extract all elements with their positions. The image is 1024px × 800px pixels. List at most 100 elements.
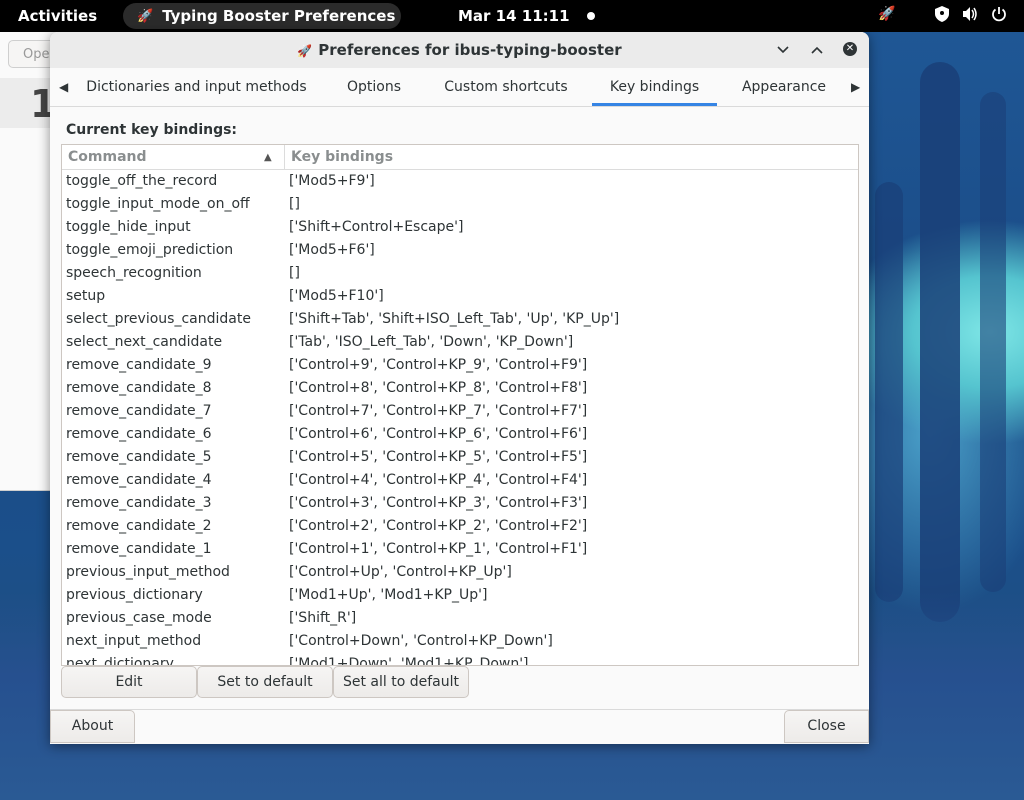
tab-dictionaries[interactable]: Dictionaries and input methods — [86, 68, 307, 106]
key-bindings-cell: ['Control+4', 'Control+KP_4', 'Control+F… — [289, 472, 588, 488]
table-row[interactable]: next_input_method ['Control+Down', 'Contr… — [62, 630, 858, 653]
key-bindings-cell: ['Control+Down', 'Control+KP_Down'] — [289, 633, 553, 649]
key-bindings-cell: ['Control+5', 'Control+KP_5', 'Control+F… — [289, 449, 588, 465]
sort-ascending-icon: ▲ — [264, 152, 272, 163]
clock[interactable]: Mar 14 11:11 — [458, 7, 570, 25]
tab-bar: ◀ Dictionaries and input methods Options… — [50, 68, 869, 107]
key-bindings-cell: ['Mod1+Up', 'Mod1+KP_Up'] — [289, 587, 488, 603]
key-bindings-cell: ['Control+Up', 'Control+KP_Up'] — [289, 564, 512, 580]
table-header: Command ▲ Key bindings — [62, 145, 858, 170]
table-row[interactable]: next_dictionary ['Mod1+Down', 'Mod1+KP_Do… — [62, 653, 858, 666]
command-cell: remove_candidate_6 — [66, 426, 212, 442]
edit-button[interactable]: Edit — [61, 666, 197, 698]
about-button[interactable]: About — [50, 710, 135, 743]
table-row[interactable]: remove_candidate_4 ['Control+4', 'Control… — [62, 469, 858, 492]
table-row[interactable]: remove_candidate_7 ['Control+7', 'Control… — [62, 400, 858, 423]
table-row[interactable]: remove_candidate_6 ['Control+6', 'Control… — [62, 423, 858, 446]
command-cell: remove_candidate_5 — [66, 449, 212, 465]
command-cell: select_previous_candidate — [66, 311, 251, 327]
command-cell: previous_case_mode — [66, 610, 212, 626]
table-row[interactable]: previous_input_method ['Control+Up', 'Con… — [62, 561, 858, 584]
column-header-key-bindings[interactable]: Key bindings — [285, 145, 858, 169]
command-cell: setup — [66, 288, 106, 304]
rocket-tray-icon[interactable]: 🚀 — [878, 6, 895, 22]
command-cell: next_dictionary — [66, 656, 174, 666]
table-row[interactable]: remove_candidate_2 ['Control+2', 'Control… — [62, 515, 858, 538]
title-bar[interactable]: 🚀 Preferences for ibus-typing-booster ✕ — [50, 32, 869, 69]
rocket-icon: 🚀 — [297, 44, 313, 58]
tab-custom-shortcuts[interactable]: Custom shortcuts — [438, 68, 574, 106]
command-cell: toggle_off_the_record — [66, 173, 218, 189]
table-row[interactable]: setup ['Mod5+F10'] — [62, 285, 858, 308]
table-row[interactable]: remove_candidate_5 ['Control+5', 'Control… — [62, 446, 858, 469]
top-bar: Activities 🚀 Typing Booster Preferences … — [0, 0, 1024, 32]
command-cell: toggle_emoji_prediction — [66, 242, 234, 258]
set-all-to-default-button[interactable]: Set all to default — [333, 666, 469, 698]
table-body: toggle_off_the_record ['Mod5+F9'] toggle_i… — [62, 170, 858, 666]
key-bindings-cell: ['Control+6', 'Control+KP_6', 'Control+F… — [289, 426, 588, 442]
table-row[interactable]: select_next_candidate ['Tab', 'ISO_Left_T… — [62, 331, 858, 354]
command-cell: previous_input_method — [66, 564, 230, 580]
key-bindings-cell: ['Mod1+Down', 'Mod1+KP_Down'] — [289, 656, 529, 666]
table-row[interactable]: select_previous_candidate ['Shift+Tab', '… — [62, 308, 858, 331]
key-bindings-cell: ['Control+1', 'Control+KP_1', 'Control+F… — [289, 541, 588, 557]
table-row[interactable]: toggle_emoji_prediction ['Mod5+F6'] — [62, 239, 858, 262]
activities-button[interactable]: Activities — [18, 7, 97, 25]
key-bindings-cell: ['Mod5+F10'] — [289, 288, 384, 304]
dialog-title-text: Preferences for ibus-typing-booster — [318, 41, 622, 59]
key-bindings-cell: ['Control+9', 'Control+KP_9', 'Control+F… — [289, 357, 588, 373]
app-menu-button[interactable]: 🚀 Typing Booster Preferences — [123, 3, 401, 29]
table-row[interactable]: speech_recognition [] — [62, 262, 858, 285]
tree-trunk-decoration — [920, 62, 960, 622]
table-row[interactable]: remove_candidate_3 ['Control+3', 'Control… — [62, 492, 858, 515]
command-cell: speech_recognition — [66, 265, 202, 281]
command-cell: remove_candidate_3 — [66, 495, 212, 511]
key-bindings-table[interactable]: Command ▲ Key bindings toggle_off_the_re… — [61, 144, 859, 666]
key-bindings-cell: ['Tab', 'ISO_Left_Tab', 'Down', 'KP_Down… — [289, 334, 574, 350]
close-button[interactable]: Close — [784, 710, 869, 743]
minimize-button[interactable] — [773, 40, 793, 60]
preferences-dialog: 🚀 Preferences for ibus-typing-booster ✕ ◀… — [50, 32, 869, 744]
command-cell: select_next_candidate — [66, 334, 223, 350]
table-row[interactable]: previous_dictionary ['Mod1+Up', 'Mod1+KP_… — [62, 584, 858, 607]
dialog-title: 🚀 Preferences for ibus-typing-booster — [50, 41, 869, 59]
maximize-button[interactable] — [807, 40, 827, 60]
key-bindings-cell: ['Shift+Tab', 'Shift+ISO_Left_Tab', 'Up'… — [289, 311, 620, 327]
command-cell: toggle_hide_input — [66, 219, 191, 235]
power-icon[interactable] — [991, 6, 1007, 26]
key-bindings-cell: ['Control+8', 'Control+KP_8', 'Control+F… — [289, 380, 588, 396]
key-bindings-cell: ['Shift+Control+Escape'] — [289, 219, 464, 235]
volume-icon[interactable] — [962, 6, 978, 26]
table-row[interactable]: toggle_input_mode_on_off [] — [62, 193, 858, 216]
command-cell: remove_candidate_1 — [66, 541, 212, 557]
column-header-command[interactable]: Command ▲ — [62, 145, 285, 169]
shield-icon[interactable] — [935, 6, 949, 26]
table-row[interactable]: remove_candidate_9 ['Control+9', 'Control… — [62, 354, 858, 377]
key-bindings-cell: [] — [289, 265, 300, 281]
tab-scroll-left-icon[interactable]: ◀ — [59, 80, 68, 94]
close-window-button[interactable]: ✕ — [843, 42, 857, 56]
table-row[interactable]: remove_candidate_8 ['Control+8', 'Control… — [62, 377, 858, 400]
current-key-bindings-label: Current key bindings: — [66, 122, 238, 138]
column-header-command-label: Command — [68, 149, 147, 165]
tree-trunk-decoration — [980, 92, 1006, 592]
tab-appearance[interactable]: Appearance — [736, 68, 832, 106]
notification-dot — [587, 12, 595, 20]
key-bindings-cell: ['Shift_R'] — [289, 610, 357, 626]
tab-scroll-right-icon[interactable]: ▶ — [851, 80, 860, 94]
tab-options[interactable]: Options — [332, 68, 416, 106]
app-menu-title: Typing Booster Preferences — [162, 7, 396, 25]
set-to-default-button[interactable]: Set to default — [197, 666, 333, 698]
key-bindings-cell: ['Mod5+F6'] — [289, 242, 375, 258]
command-cell: remove_candidate_4 — [66, 472, 212, 488]
dialog-footer — [50, 709, 869, 744]
table-row[interactable]: toggle_off_the_record ['Mod5+F9'] — [62, 170, 858, 193]
command-cell: remove_candidate_2 — [66, 518, 212, 534]
tab-key-bindings[interactable]: Key bindings — [592, 68, 717, 106]
table-row[interactable]: toggle_hide_input ['Shift+Control+Escape'… — [62, 216, 858, 239]
command-cell: remove_candidate_8 — [66, 380, 212, 396]
table-row[interactable]: previous_case_mode ['Shift_R'] — [62, 607, 858, 630]
table-row[interactable]: remove_candidate_1 ['Control+1', 'Control… — [62, 538, 858, 561]
command-cell: previous_dictionary — [66, 587, 203, 603]
key-bindings-cell: [] — [289, 196, 300, 212]
